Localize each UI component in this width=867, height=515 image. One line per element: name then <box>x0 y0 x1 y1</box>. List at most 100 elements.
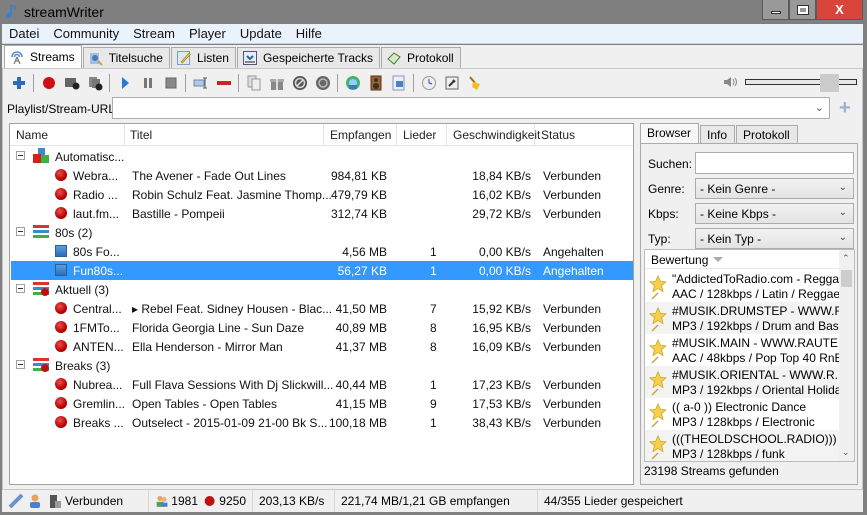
browser-item-info: MP3 / 128kbps / Electronic <box>672 415 815 429</box>
add-stream-button[interactable] <box>7 72 30 94</box>
star-rating-icon[interactable] <box>649 435 667 453</box>
stream-row[interactable]: Radio ... Robin Schulz Feat. Jasmine Thom… <box>11 185 633 204</box>
stream-url-input[interactable]: ⌄ <box>112 97 830 119</box>
stream-speed: 17,23 KB/s <box>472 378 531 392</box>
column-name[interactable]: Name <box>16 128 48 142</box>
stream-row[interactable]: 80s Fo... 4,56 MB 1 0,00 KB/s Angehalten <box>11 242 633 261</box>
column-divider[interactable] <box>396 124 397 146</box>
remove-button[interactable] <box>212 72 235 94</box>
add-url-button[interactable]: + <box>839 98 851 118</box>
stream-row[interactable]: Breaks ... Outselect - 2015-01-09 21-00 B… <box>11 413 633 432</box>
stream-row[interactable]: Webra... The Avener - Fade Out Lines 984,8… <box>11 166 633 185</box>
star-rating-icon[interactable] <box>649 275 667 293</box>
web-button[interactable] <box>341 72 364 94</box>
tab-protokoll[interactable]: Protokoll <box>381 47 461 68</box>
stop-all-button[interactable] <box>311 72 334 94</box>
scroll-thumb[interactable] <box>841 270 852 287</box>
browser-item-name: (((THEOLDSCHOOL.RADIO))) .... <box>672 432 854 446</box>
column-status[interactable]: Status <box>541 128 575 142</box>
pause-button[interactable] <box>136 72 159 94</box>
received-value: 221,74 MB/1,21 GB empfangen <box>341 494 510 508</box>
browser-scrollbar[interactable]: ⌃ ⌄ <box>839 250 854 461</box>
stream-row[interactable]: Fun80s... 56,27 KB 1 0,00 KB/s Angehalten <box>11 261 633 280</box>
browser-stream-item[interactable]: #MUSIK.MAIN - WWW.RAUTE... AAC / 48kbps /… <box>645 334 848 366</box>
stream-browser-list: Bewertung "AddictedToRadio.com - Regga..… <box>644 249 855 462</box>
browser-stream-item[interactable]: (((THEOLDSCHOOL.RADIO))) .... MP3 / 128kb… <box>645 430 853 461</box>
kbps-select[interactable]: - Keine Kbps - ⌄ <box>695 203 854 224</box>
stop-button[interactable] <box>159 72 182 94</box>
column-divider[interactable] <box>446 124 447 146</box>
menu-hilfe[interactable]: Hilfe <box>289 26 329 41</box>
star-rating-icon[interactable] <box>649 403 667 421</box>
record-button[interactable] <box>37 72 60 94</box>
browser-stream-item[interactable]: #MUSIK.DRUMSTEP - WWW.R... MP3 / 192kbps … <box>645 302 853 334</box>
tab-browser[interactable]: Browser <box>640 123 700 144</box>
scroll-up-icon[interactable]: ⌃ <box>842 253 850 264</box>
type-select[interactable]: - Kein Typ - ⌄ <box>695 228 854 249</box>
collapse-toggle[interactable] <box>16 360 25 369</box>
close-button[interactable]: X <box>816 0 863 20</box>
browser-stream-item[interactable]: "AddictedToRadio.com - Regga... AAC / 128… <box>645 270 849 302</box>
column-lieder[interactable]: Lieder <box>403 128 436 142</box>
menu-community[interactable]: Community <box>46 26 126 41</box>
tab-titelsuche[interactable]: Titelsuche <box>82 47 170 68</box>
stream-row[interactable]: 1FMTo... Florida Georgia Line - Sun Daze 4… <box>11 318 633 337</box>
cleanup-button[interactable] <box>463 72 486 94</box>
gift-button[interactable] <box>265 72 288 94</box>
category-row[interactable]: Breaks (3) <box>11 356 633 375</box>
tab-info[interactable]: Info <box>700 125 736 144</box>
category-row[interactable]: 80s (2) <box>11 223 633 242</box>
browser-item-info: AAC / 128kbps / Latin / Reggaetc <box>672 287 840 301</box>
star-rating-icon[interactable] <box>649 371 667 389</box>
genre-select[interactable]: - Kein Genre - ⌄ <box>695 178 854 199</box>
column-divider[interactable] <box>534 124 535 146</box>
copy-button[interactable] <box>242 72 265 94</box>
column-titel[interactable]: Titel <box>130 128 152 142</box>
search-input[interactable] <box>695 152 854 174</box>
column-geschwindigkeit[interactable]: Geschwindigkeit <box>453 128 540 142</box>
stream-received: 100,18 MB <box>328 416 387 430</box>
block-button[interactable] <box>288 72 311 94</box>
chevron-down-icon[interactable]: ⌄ <box>815 101 824 114</box>
tab-listen[interactable]: Listen <box>170 47 236 68</box>
menu-stream[interactable]: Stream <box>126 26 182 41</box>
menu-update[interactable]: Update <box>233 26 289 41</box>
menu-player[interactable]: Player <box>182 26 233 41</box>
timer-button[interactable] <box>417 72 440 94</box>
settings-button[interactable] <box>440 72 463 94</box>
volume-slider-thumb[interactable] <box>820 74 839 92</box>
volume-slider[interactable] <box>745 74 857 92</box>
star-rating-icon[interactable] <box>649 339 667 357</box>
star-rating-icon[interactable] <box>649 307 667 325</box>
record-schedule-button[interactable] <box>60 72 83 94</box>
collapse-toggle[interactable] <box>16 227 25 236</box>
volume-icon[interactable] <box>723 76 739 88</box>
tab-protokoll-right[interactable]: Protokoll <box>736 125 798 144</box>
stream-row[interactable]: laut.fm... Bastille - Pompeii 312,74 KB 29,… <box>11 204 633 223</box>
column-divider[interactable] <box>124 124 125 146</box>
minimize-button[interactable] <box>762 0 789 20</box>
stream-row[interactable]: Gremlin... Open Tables - Open Tables 41,15… <box>11 394 633 413</box>
browser-stream-item[interactable]: (( a-0 )) Electronic Dance MP3 / 128kbps … <box>645 398 840 430</box>
column-divider[interactable] <box>323 124 324 146</box>
collapse-toggle[interactable] <box>16 151 25 160</box>
category-row[interactable]: Aktuell (3) <box>11 280 633 299</box>
browser-stream-item[interactable]: #MUSIK.ORIENTAL - WWW.R... MP3 / 192kbps … <box>645 366 845 398</box>
tab-streams[interactable]: Streams <box>4 45 82 68</box>
tab-gespeicherte-tracks[interactable]: Gespeicherte Tracks <box>236 47 381 68</box>
scroll-down-icon[interactable]: ⌄ <box>842 447 850 458</box>
maximize-button[interactable] <box>789 0 816 20</box>
menu-datei[interactable]: Datei <box>2 26 46 41</box>
column-empfangen[interactable]: Empfangen <box>330 128 391 142</box>
sort-header[interactable]: Bewertung <box>645 250 840 269</box>
rename-button[interactable] <box>189 72 212 94</box>
play-button[interactable] <box>113 72 136 94</box>
collapse-toggle[interactable] <box>16 284 25 293</box>
speaker-button[interactable] <box>364 72 387 94</box>
stream-row[interactable]: ANTEN... Ella Henderson - Mirror Man 41,37… <box>11 337 633 356</box>
stream-row[interactable]: Central... ▸ Rebel Feat. Sidney Housen - … <box>11 299 633 318</box>
category-row[interactable]: Automatisc... <box>11 147 633 166</box>
import-button[interactable] <box>387 72 410 94</box>
record-all-button[interactable] <box>83 72 106 94</box>
stream-row[interactable]: Nubrea... Full Flava Sessions With Dj Sli… <box>11 375 633 394</box>
